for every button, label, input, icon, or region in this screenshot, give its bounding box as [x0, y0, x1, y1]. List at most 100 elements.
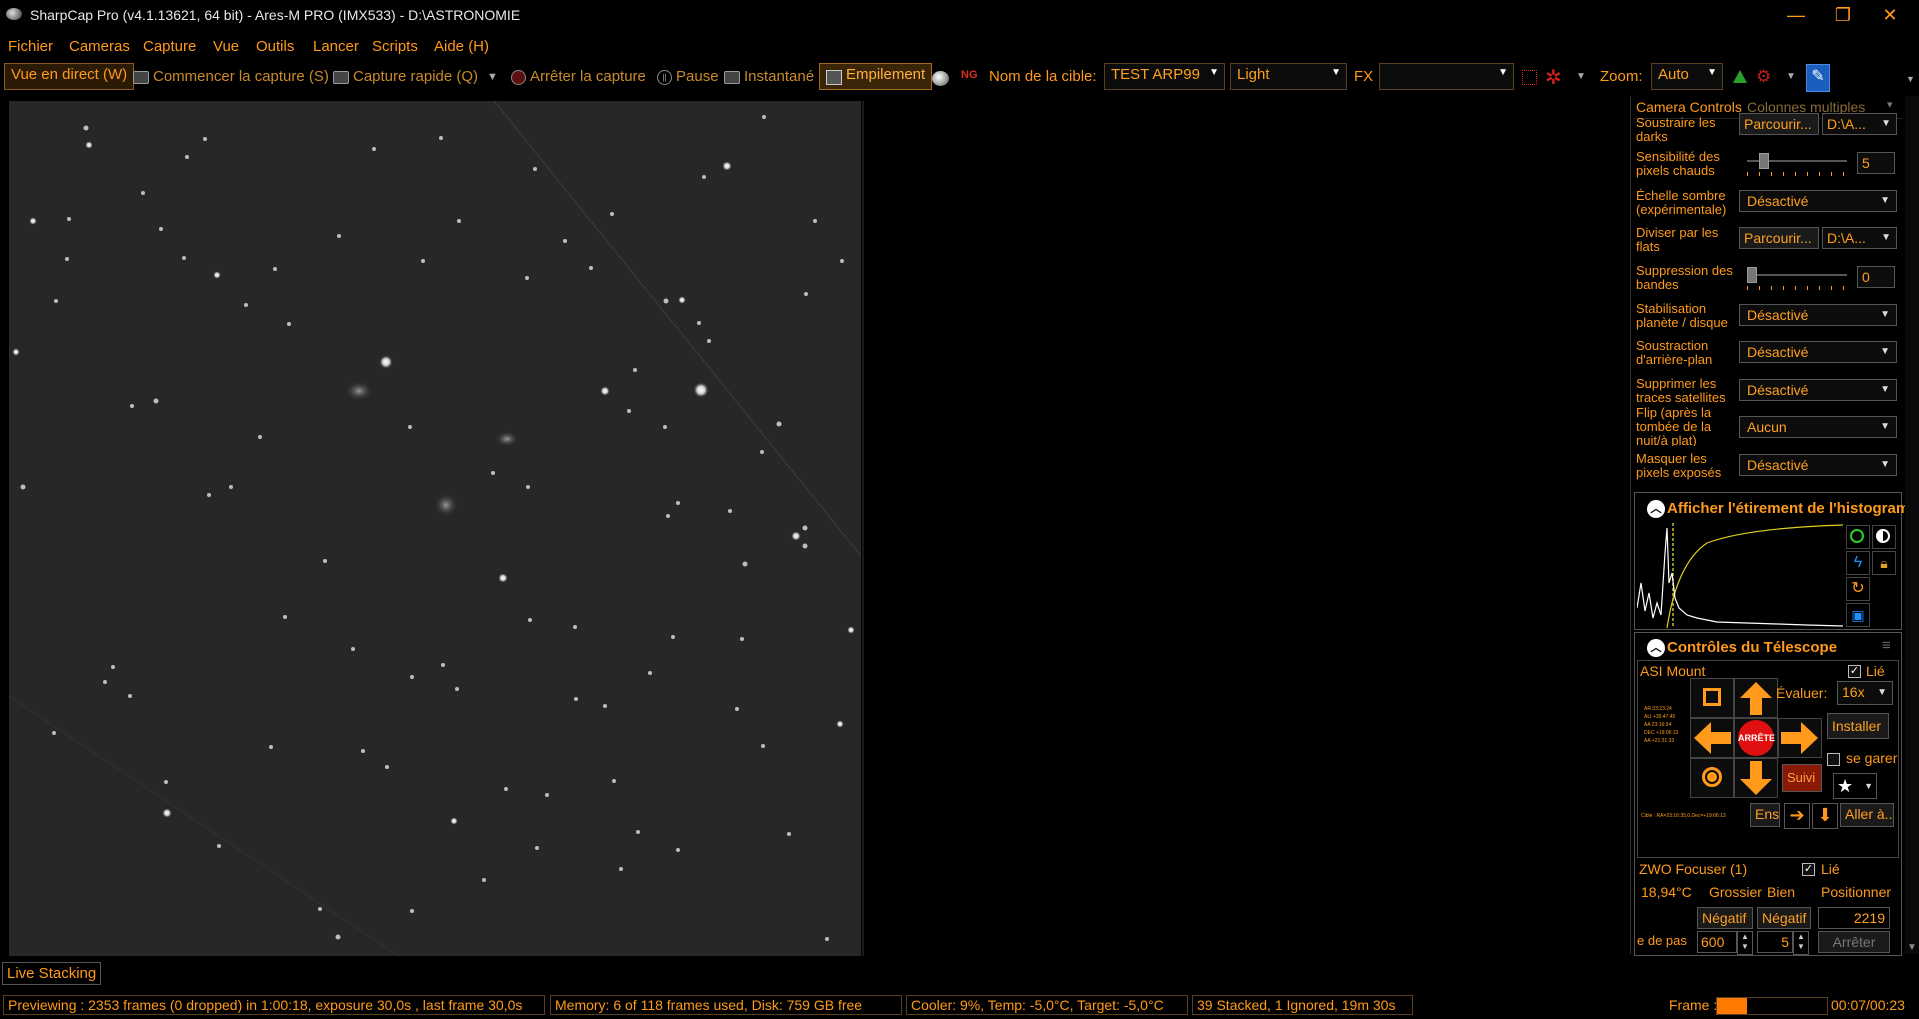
focus-frame-icon[interactable] — [1690, 678, 1734, 718]
position-label: Positionner — [1821, 884, 1892, 900]
coarse-step-spinner-icon[interactable]: ▲ ▼ — [1737, 931, 1753, 955]
lightning-icon[interactable]: ϟ — [1846, 551, 1870, 575]
slider-knob[interactable] — [1759, 153, 1769, 169]
arrow-down-icon[interactable]: ⬇ — [1812, 803, 1838, 829]
install-button[interactable]: Installer — [1827, 713, 1889, 739]
hot-pixel-value[interactable]: 5 — [1857, 152, 1895, 174]
flats-browse-button[interactable]: Parcourir... — [1739, 227, 1819, 249]
collapse-icon[interactable]: ︿ — [1647, 500, 1665, 518]
quick-capture-button[interactable]: Capture rapide (Q) — [333, 68, 478, 85]
banding-slider[interactable] — [1747, 267, 1847, 283]
collapse-icon[interactable]: ︿ — [1647, 639, 1665, 657]
save-icon[interactable]: ▣ — [1846, 603, 1870, 627]
close-button[interactable]: ✕ — [1867, 0, 1913, 30]
menu-scripts[interactable]: Scripts — [372, 38, 418, 55]
home-position-icon[interactable] — [1690, 758, 1734, 798]
flats-path-select[interactable]: D:\A... ▼ — [1822, 227, 1897, 249]
hot-pixel-slider[interactable] — [1747, 153, 1847, 169]
menu-lancer[interactable]: Lancer — [313, 38, 359, 55]
menu-outils[interactable]: Outils — [256, 38, 294, 55]
darks-browse-button[interactable]: Parcourir... — [1739, 113, 1819, 135]
restore-button[interactable]: ❐ — [1820, 0, 1866, 30]
zoom-select[interactable]: Auto ▼ — [1651, 63, 1723, 90]
pause-button[interactable]: || Pause — [657, 68, 719, 85]
coarse-step-input[interactable]: 600 — [1697, 931, 1737, 953]
menu-icon[interactable]: ≡ — [1882, 637, 1891, 654]
menu-fichier[interactable]: Fichier — [8, 38, 53, 55]
stop-capture-button[interactable]: Arrêter la capture — [511, 68, 646, 85]
fine-step-spinner-icon[interactable]: ▲ ▼ — [1793, 931, 1809, 955]
reticle-icon[interactable]: ✲ — [1545, 65, 1562, 90]
chevron-down-icon: ▼ — [1881, 118, 1891, 129]
planet-icon[interactable] — [932, 71, 949, 86]
gear-icon[interactable]: ⚙ — [1756, 67, 1771, 87]
roi-icon[interactable] — [1522, 70, 1537, 85]
snapshot-button[interactable]: Instantané — [724, 68, 814, 85]
panel-scrollbar[interactable]: ▼ — [1905, 96, 1919, 954]
stabilization-select[interactable]: Désactivé ▼ — [1739, 304, 1897, 326]
frame-type-select[interactable]: Light ▼ — [1230, 63, 1347, 90]
slider-knob[interactable] — [1747, 267, 1757, 283]
focuser-linked-checkbox[interactable]: ✓ — [1802, 863, 1815, 876]
fine-step-input[interactable]: 5 — [1757, 931, 1793, 953]
histogram-chart[interactable] — [1637, 523, 1843, 628]
toolbar-overflow-icon[interactable]: ▼ — [1906, 74, 1915, 84]
toggle-panel-icon[interactable]: ✎ — [1806, 64, 1830, 92]
arrow-right-icon[interactable]: ➔ — [1784, 803, 1810, 829]
contrast-icon[interactable] — [1872, 525, 1896, 549]
dark-scale-select[interactable]: Désactivé ▼ — [1739, 190, 1897, 212]
target-name-input[interactable]: TEST ARP99 ▼ — [1104, 63, 1225, 90]
auto-stretch-icon[interactable] — [1846, 525, 1870, 549]
rate-select[interactable]: 16x ▼ — [1837, 681, 1893, 705]
background-subtraction-select[interactable]: Désactivé ▼ — [1739, 341, 1897, 363]
ng-stretch-icon[interactable]: NG — [961, 69, 978, 81]
star-select[interactable]: ★ ▼ — [1833, 773, 1877, 799]
focuser-position-input[interactable]: 2219 — [1818, 907, 1890, 929]
sync-button[interactable]: Ens — [1750, 803, 1780, 827]
quick-capture-chevron-icon[interactable]: ▼ — [487, 71, 498, 83]
chevron-down-icon: ▼ — [1880, 309, 1890, 320]
start-capture-button[interactable]: Commencer la capture (S) — [133, 68, 329, 85]
mask-pixels-select[interactable]: Désactivé ▼ — [1739, 454, 1897, 476]
tracking-button[interactable]: Suivi — [1782, 764, 1822, 792]
stop-mount-button[interactable]: ARRÊTE — [1734, 718, 1778, 758]
fx-select[interactable]: ▼ — [1379, 63, 1514, 90]
histogram-icon[interactable] — [1733, 70, 1747, 83]
menu-aide[interactable]: Aide (H) — [434, 38, 489, 55]
menu-capture[interactable]: Capture — [143, 38, 196, 55]
stacking-button[interactable]: Empilement — [819, 63, 933, 90]
focuser-linked-label: Lié — [1821, 861, 1840, 877]
fine-negative-button[interactable]: Négatif — [1757, 907, 1811, 929]
satellite-trails-select[interactable]: Désactivé ▼ — [1739, 379, 1897, 401]
banding-value[interactable]: 0 — [1857, 266, 1895, 288]
minimize-button[interactable]: — — [1773, 0, 1819, 30]
flip-select[interactable]: Aucun ▼ — [1739, 416, 1897, 438]
focuser-stop-button[interactable]: Arrêter — [1818, 931, 1890, 953]
window-title: SharpCap Pro (v4.1.13621, 64 bit) - Ares… — [30, 7, 521, 23]
north-arrow-button[interactable] — [1734, 678, 1778, 718]
menu-cameras[interactable]: Cameras — [69, 38, 130, 55]
south-arrow-button[interactable] — [1734, 758, 1778, 798]
settings-chevron-icon[interactable]: ▼ — [1786, 71, 1796, 82]
reset-icon[interactable]: ↻ — [1846, 577, 1870, 601]
camera-controls-tab[interactable]: Camera Controls — [1636, 99, 1742, 115]
mount-linked-checkbox[interactable]: ✓ — [1848, 665, 1861, 678]
darks-path-select[interactable]: D:\A... ▼ — [1822, 113, 1897, 135]
west-arrow-button[interactable] — [1690, 718, 1734, 758]
live-stacking-tab[interactable]: Live Stacking — [2, 962, 102, 985]
menu-vue[interactable]: Vue — [213, 38, 239, 55]
arrow-right-icon — [1781, 722, 1818, 754]
lock-icon[interactable]: 🔒︎ — [1872, 551, 1896, 575]
telescope-title: Contrôles du Télescope — [1667, 639, 1838, 656]
live-image-view[interactable] — [9, 101, 861, 956]
pin-icon[interactable]: ▾ — [1887, 98, 1893, 111]
east-arrow-button[interactable] — [1778, 718, 1822, 758]
live-view-button[interactable]: Vue en direct (W) — [4, 63, 135, 90]
coarse-negative-button[interactable]: Négatif — [1697, 907, 1753, 929]
reticle-chevron-icon[interactable]: ▼ — [1576, 71, 1586, 82]
goto-button[interactable]: Aller à.. — [1840, 803, 1894, 827]
rate-label: Évaluer: — [1776, 685, 1828, 701]
park-checkbox[interactable] — [1827, 753, 1840, 766]
scroll-down-icon[interactable]: ▼ — [1907, 942, 1917, 953]
frame-time: 00:07/00:23 — [1831, 997, 1905, 1013]
